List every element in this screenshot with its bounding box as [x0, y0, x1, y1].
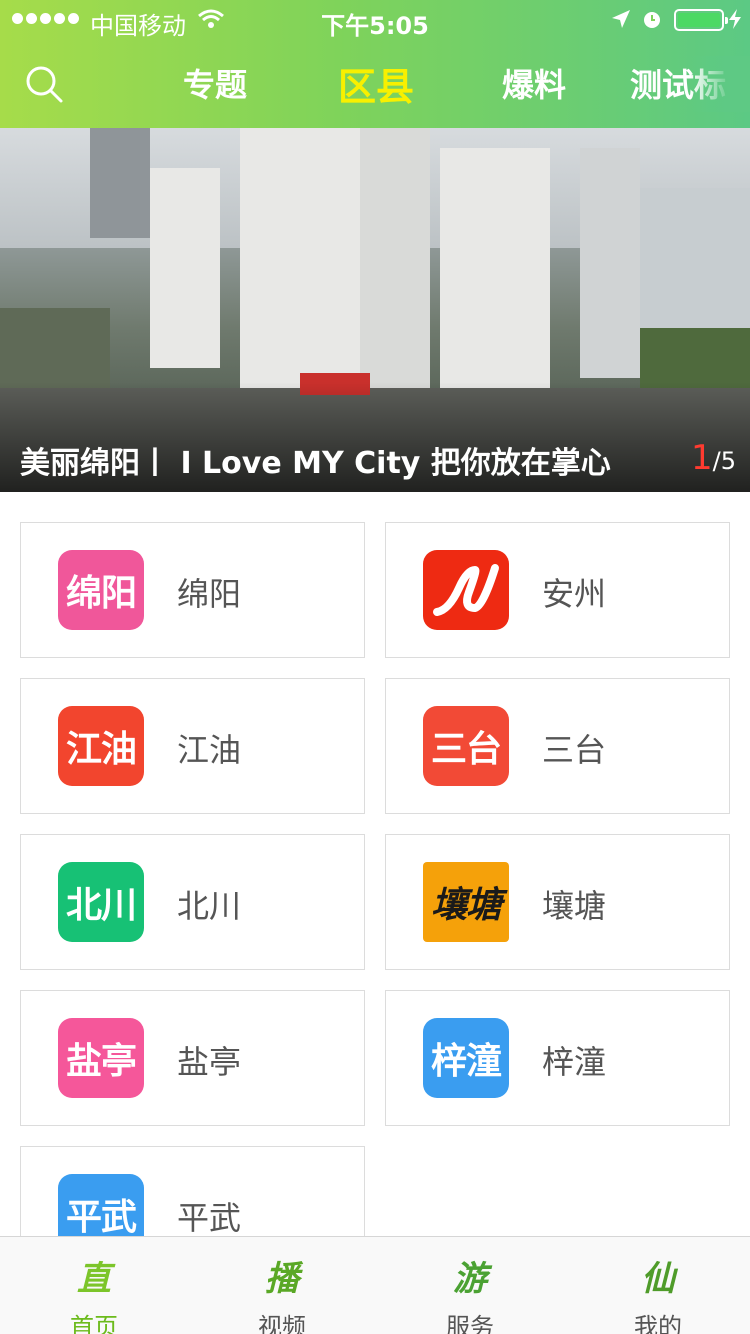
banner-caption: 美丽绵阳丨 I Love MY City 把你放在掌心: [20, 446, 611, 481]
yanting-icon: 盐亭: [58, 1018, 144, 1098]
banner-carousel[interactable]: 美丽绵阳丨 I Love MY City 把你放在掌心 1/5: [0, 128, 750, 492]
anzhou-logo-icon: [423, 550, 509, 630]
district-label: 三台: [542, 731, 607, 769]
beichuan-icon: 北川: [58, 862, 144, 942]
district-item-zitong[interactable]: 梓潼 梓潼: [385, 990, 730, 1126]
district-item-beichuan[interactable]: 北川 北川: [20, 834, 365, 970]
profile-icon: 仙: [641, 1259, 675, 1299]
tab-zhuanti[interactable]: 专题: [183, 60, 247, 106]
header-bar: 中国移动 下午5:05 专题 区县 爆料 测试标: [0, 0, 750, 128]
district-label: 绵阳: [177, 575, 242, 613]
district-label: 北川: [177, 887, 242, 925]
mianyang-icon: 绵阳: [58, 550, 144, 630]
alarm-icon: [641, 8, 663, 36]
district-label: 江油: [177, 731, 242, 769]
status-bar: 中国移动 下午5:05: [0, 0, 750, 40]
tab-video-label: 视频: [258, 1313, 306, 1334]
tab-service-label: 服务: [446, 1313, 494, 1334]
district-item-yanting[interactable]: 盐亭 盐亭: [20, 990, 365, 1126]
district-label: 梓潼: [542, 1043, 607, 1081]
jiangyou-icon: 江油: [58, 706, 144, 786]
tab-profile[interactable]: 仙 我的: [564, 1237, 750, 1334]
zitong-icon: 梓潼: [423, 1018, 509, 1098]
tab-fade-overlay: [690, 56, 750, 112]
video-icon: 播: [265, 1259, 299, 1299]
district-label: 平武: [177, 1199, 242, 1237]
district-label: 盐亭: [177, 1043, 242, 1081]
tab-home[interactable]: 直 首页: [0, 1237, 188, 1334]
tab-quxian[interactable]: 区县: [338, 56, 414, 111]
district-label: 壤塘: [542, 887, 607, 925]
pager-current: 1: [691, 438, 713, 478]
home-icon: 直: [77, 1259, 111, 1299]
app-root: 中国移动 下午5:05 专题 区县 爆料 测试标 美丽绵阳丨 I Love MY…: [0, 0, 750, 1334]
santai-icon: 三台: [423, 706, 509, 786]
tab-home-label: 首页: [70, 1313, 118, 1334]
district-item-anzhou[interactable]: 安州: [385, 522, 730, 658]
status-time: 下午5:05: [321, 12, 429, 40]
battery-icon: [674, 9, 728, 31]
district-label: 安州: [542, 575, 607, 613]
district-item-jiangyou[interactable]: 江油 江油: [20, 678, 365, 814]
tab-baoliao[interactable]: 爆料: [502, 60, 566, 106]
charging-bolt-icon: [728, 8, 742, 36]
service-icon: 游: [453, 1259, 487, 1299]
rangtang-calligraphy-icon: 壤塘: [423, 862, 509, 942]
location-arrow-icon: [610, 8, 632, 36]
tab-video[interactable]: 播 视频: [188, 1237, 376, 1334]
bottom-tab-bar: 直 首页 播 视频 游 服务 仙 我的: [0, 1236, 750, 1334]
tab-service[interactable]: 游 服务: [376, 1237, 564, 1334]
banner-pager: 1/5: [691, 438, 736, 478]
channel-tabs: 专题 区县 爆料 测试标: [0, 60, 750, 110]
district-item-santai[interactable]: 三台 三台: [385, 678, 730, 814]
district-item-rangtang[interactable]: 壤塘 壤塘: [385, 834, 730, 970]
tab-profile-label: 我的: [634, 1313, 682, 1334]
district-grid: 绵阳 绵阳 安州 江油 江油 三台 三台 北川 北川 壤塘 壤塘 盐亭 盐亭 梓…: [20, 522, 730, 1282]
pager-total: /5: [712, 447, 736, 475]
district-item-mianyang[interactable]: 绵阳 绵阳: [20, 522, 365, 658]
